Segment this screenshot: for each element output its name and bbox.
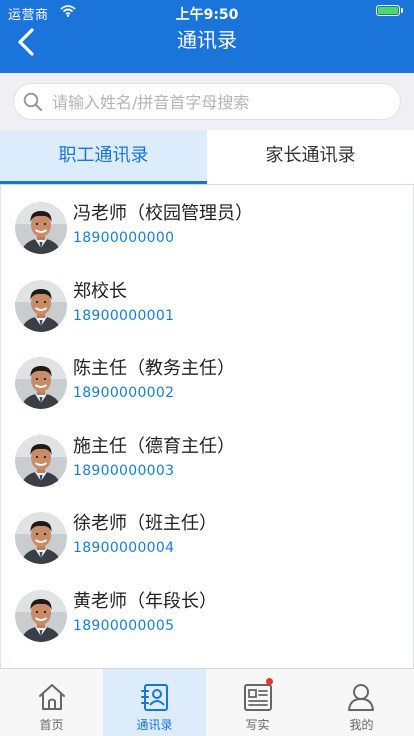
- contact-name: 冯老师（校园管理员）: [73, 203, 253, 224]
- tab-record[interactable]: 写实: [206, 669, 309, 736]
- profile-icon: [345, 681, 377, 713]
- tab-profile[interactable]: 我的: [309, 669, 414, 736]
- avatar: [15, 279, 67, 332]
- tab-contacts-label: 通讯录: [136, 718, 173, 732]
- tab-staff-contacts[interactable]: 职工通讯录: [0, 130, 207, 184]
- contact-row[interactable]: 郑校长 18900000001: [1, 263, 413, 340]
- notification-badge: [266, 678, 273, 685]
- contact-list[interactable]: 冯老师（校园管理员） 18900000000 郑校长 18900000001 陈主任（教…: [0, 185, 414, 668]
- tab-home[interactable]: 首页: [0, 669, 103, 736]
- contacts-icon: [139, 681, 171, 713]
- search-area: [0, 73, 414, 130]
- avatar: [15, 512, 67, 564]
- contact-phone[interactable]: 18900000003: [73, 463, 174, 479]
- bottom-tab-bar: 首页 通讯录 写实 我的: [0, 668, 414, 736]
- contact-row[interactable]: 施主任（德育主任） 18900000003: [1, 418, 413, 495]
- avatar: [15, 357, 67, 409]
- contact-row[interactable]: 冯老师（校园管理员） 18900000000: [1, 185, 413, 262]
- tab-contacts[interactable]: 通讯录: [103, 669, 206, 736]
- avatar: [15, 434, 67, 487]
- contact-phone[interactable]: 18900000001: [73, 308, 174, 324]
- search-box[interactable]: [13, 83, 401, 121]
- contact-row[interactable]: 黄老师（年段长） 18900000005: [1, 573, 413, 650]
- app-screen: 运营商 上午9:50 通讯录 请输入姓名/拼音首字母搜索 职工通讯录 家长通讯录…: [0, 0, 414, 736]
- home-icon: [36, 681, 68, 713]
- nav-bar: 通讯录: [0, 20, 414, 73]
- tab-profile-label: 我的: [349, 718, 374, 732]
- contact-phone[interactable]: 18900000002: [73, 385, 174, 401]
- battery-icon: [376, 5, 404, 17]
- contact-phone[interactable]: 18900000004: [73, 540, 174, 556]
- contact-name: 黄老师（年段长）: [73, 590, 217, 612]
- search-icon: [23, 92, 43, 116]
- tab-parent-contacts[interactable]: 家长通讯录: [207, 130, 414, 184]
- avatar: [15, 589, 67, 642]
- header: 运营商 上午9:50 通讯录: [0, 0, 414, 73]
- search-input[interactable]: [50, 84, 394, 121]
- page-title: 通讯录: [177, 28, 237, 52]
- contact-name: 施主任（德育主任）: [73, 435, 235, 457]
- tab-home-label: 首页: [39, 718, 64, 732]
- tab-bar-top: 职工通讯录 家长通讯录: [0, 130, 414, 185]
- contact-name: 郑校长: [73, 280, 127, 302]
- contact-name: 徐老师（班主任）: [73, 513, 217, 534]
- avatar: [15, 202, 67, 254]
- contact-phone[interactable]: 18900000005: [73, 618, 174, 634]
- contact-name: 陈主任（教务主任）: [73, 358, 235, 379]
- contact-row[interactable]: 陈主任（教务主任） 18900000002: [1, 340, 413, 417]
- contact-row[interactable]: 徐老师（班主任） 18900000004: [1, 495, 413, 572]
- status-bar: 运营商 上午9:50: [0, 0, 414, 23]
- record-icon: [242, 681, 274, 713]
- tab-record-label: 写实: [245, 718, 270, 732]
- contact-phone[interactable]: 18900000000: [73, 230, 174, 246]
